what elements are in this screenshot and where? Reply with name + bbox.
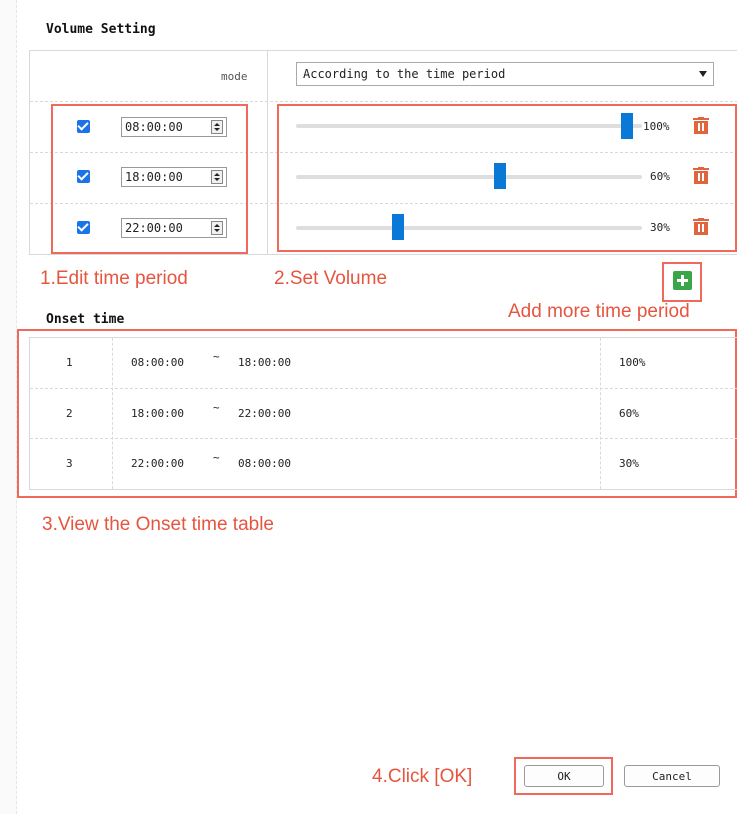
chevron-down-icon [699,71,707,77]
onset-title: Onset time [46,312,125,327]
table-row: 2 18:00:00 ~ 22:00:00 60% [30,388,737,439]
cancel-button[interactable]: Cancel [624,765,720,787]
mode-select-value: According to the time period [303,67,506,81]
annotation-add-more: Add more time period [508,301,690,322]
onset-volume: 30% [619,457,639,470]
onset-table: 1 08:00:00 ~ 18:00:00 100% 2 18:00:00 ~ … [29,337,737,490]
annotation-view-table: 3.View the Onset time table [42,514,274,535]
onset-start: 08:00:00 [131,356,184,369]
onset-start: 18:00:00 [131,407,184,420]
table-row: 3 22:00:00 ~ 08:00:00 30% [30,438,737,489]
table-row: 1 08:00:00 ~ 18:00:00 100% [30,338,737,388]
annotation-click-ok: 4.Click [OK] [372,766,473,787]
onset-separator: ~ [213,451,220,464]
mode-label: mode [221,70,248,83]
annotation-edit-time: 1.Edit time period [40,268,188,289]
annotation-box-time [51,104,248,254]
onset-index: 1 [66,356,73,369]
window-left-edge [0,0,17,814]
onset-start: 22:00:00 [131,457,184,470]
onset-index: 3 [66,457,73,470]
onset-separator: ~ [213,350,220,363]
onset-volume: 100% [619,356,646,369]
add-period-button[interactable] [673,271,692,290]
annotation-box-volume [277,104,737,252]
page-title: Volume Setting [46,22,156,37]
onset-end: 08:00:00 [238,457,291,470]
onset-end: 22:00:00 [238,407,291,420]
ok-button[interactable]: OK [524,765,604,787]
onset-index: 2 [66,407,73,420]
onset-separator: ~ [213,401,220,414]
annotation-set-volume: 2.Set Volume [274,268,388,289]
onset-volume: 60% [619,407,639,420]
onset-end: 18:00:00 [238,356,291,369]
mode-select[interactable]: According to the time period [296,62,714,86]
